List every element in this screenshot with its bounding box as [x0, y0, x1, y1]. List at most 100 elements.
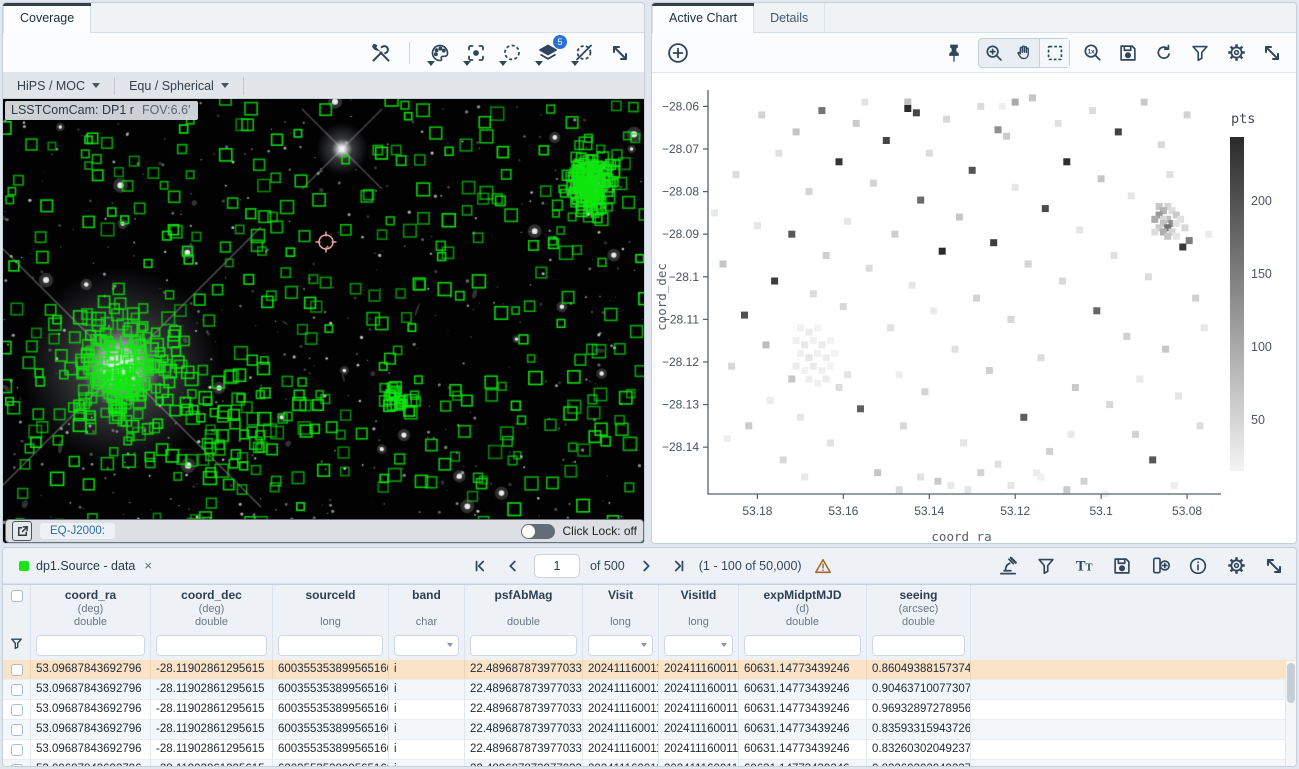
lasso-select-icon[interactable]: [498, 39, 526, 67]
table-cell: 0.8359331594372623: [867, 720, 971, 739]
pagination: of 500 (1 - 100 of 50,000): [470, 554, 834, 578]
info-icon[interactable]: [1184, 552, 1212, 580]
table-row[interactable]: 53.09687843692796-28.1190286129561560035…: [3, 720, 1296, 740]
column-header-sourceId[interactable]: sourceId long: [273, 585, 389, 660]
tools-icon[interactable]: [367, 39, 395, 67]
filter-input-sourceId[interactable]: [278, 635, 383, 656]
filter-input-coord_dec[interactable]: [156, 635, 267, 656]
svg-text:53.08: 53.08: [1172, 504, 1202, 518]
svg-text:53.1: 53.1: [1089, 504, 1113, 518]
table-cell: 53.09687843692796: [31, 720, 151, 739]
table-row[interactable]: 53.09687843692796-28.1190286129561560035…: [3, 660, 1296, 680]
table-row[interactable]: 53.09687843692796-28.1190286129561560035…: [3, 680, 1296, 700]
filter-input-coord_ra[interactable]: [36, 635, 145, 656]
add-chart-icon[interactable]: [664, 39, 692, 67]
sky-statusbar: EQ-J2000: Click Lock: off: [5, 519, 644, 543]
starfield-canvas[interactable]: [3, 99, 645, 544]
filter-icon[interactable]: [1032, 552, 1060, 580]
filter-input-psfAbMag[interactable]: [470, 635, 577, 656]
filter-input-VisitId[interactable]: [664, 635, 733, 656]
palette-icon[interactable]: [426, 39, 454, 67]
row-checkbox[interactable]: [11, 764, 23, 768]
refresh-icon[interactable]: [1150, 39, 1178, 67]
layers-icon[interactable]: 5: [534, 39, 562, 67]
heatmap-svg[interactable]: −28.06−28.07−28.08−28.09−28.1−28.11−28.1…: [652, 73, 1296, 543]
recenter-icon[interactable]: [462, 39, 490, 67]
table-cell: 22.489687873977033: [465, 700, 583, 719]
next-page-icon[interactable]: [635, 555, 657, 577]
save-icon[interactable]: [1108, 552, 1136, 580]
deselect-icon[interactable]: [570, 39, 598, 67]
table-cell: 60631.14773439246: [739, 700, 867, 719]
tab-details[interactable]: Details: [754, 3, 825, 32]
projection-dropdown[interactable]: Equ / Spherical: [115, 73, 243, 98]
column-header-coord_dec[interactable]: coord_dec(deg)double: [151, 585, 273, 660]
pin-icon[interactable]: [940, 39, 968, 67]
filter-input-band[interactable]: [394, 635, 459, 656]
last-page-icon[interactable]: [667, 555, 689, 577]
row-checkbox[interactable]: [11, 704, 23, 716]
expand-icon[interactable]: [1260, 552, 1288, 580]
table-cell: 600355353899565160: [273, 740, 389, 759]
table-cell: 2024111600111: [659, 740, 739, 759]
microscope-icon[interactable]: [994, 552, 1022, 580]
table-cell: 600355353899565160: [273, 700, 389, 719]
zoom-in-icon[interactable]: [979, 39, 1009, 67]
table-cell: i: [389, 700, 465, 719]
column-header-VisitId[interactable]: VisitId long: [659, 585, 739, 660]
table-cell: 60631.14773439246: [739, 660, 867, 679]
row-checkbox[interactable]: [11, 684, 23, 696]
text-view-icon[interactable]: T T: [1070, 552, 1098, 580]
filter-input-seeing[interactable]: [872, 635, 965, 656]
row-checkbox[interactable]: [11, 744, 23, 756]
zoom-1x-icon[interactable]: 1x: [1078, 39, 1106, 67]
table-row[interactable]: 53.09687843692796-28.1190286129561560035…: [3, 700, 1296, 720]
svg-text:1x: 1x: [1087, 48, 1095, 55]
column-header-Visit[interactable]: Visit long: [583, 585, 659, 660]
external-expand-icon[interactable]: [12, 521, 32, 541]
row-checkbox[interactable]: [11, 664, 23, 676]
table-tab[interactable]: dp1.Source - data ×: [11, 558, 160, 573]
row-checkbox[interactable]: [11, 724, 23, 736]
first-page-icon[interactable]: [470, 555, 492, 577]
column-header-band[interactable]: band char: [389, 585, 465, 660]
gear-icon[interactable]: [1222, 39, 1250, 67]
pan-hand-icon[interactable]: [1009, 39, 1039, 67]
rect-select-icon[interactable]: [1039, 39, 1069, 67]
save-icon[interactable]: [1114, 39, 1142, 67]
expand-icon[interactable]: [1258, 39, 1286, 67]
tab-coverage[interactable]: Coverage: [3, 3, 91, 33]
click-lock-toggle[interactable]: [521, 524, 555, 539]
table-row[interactable]: 53.09687843692796-28.1190286129561560035…: [3, 740, 1296, 760]
column-header-psfAbMag[interactable]: psfAbMag double: [465, 585, 583, 660]
layers-count-badge: 5: [553, 35, 567, 49]
svg-text:53.16: 53.16: [828, 504, 858, 518]
gear-icon[interactable]: [1222, 552, 1250, 580]
warning-icon[interactable]: [812, 555, 834, 577]
prev-page-icon[interactable]: [502, 555, 524, 577]
column-header-expMidptMJD[interactable]: expMidptMJD(d)double: [739, 585, 867, 660]
heatmap-chart[interactable]: −28.06−28.07−28.08−28.09−28.1−28.11−28.1…: [652, 73, 1296, 543]
svg-text:−28.09: −28.09: [662, 227, 699, 241]
column-header-coord_ra[interactable]: coord_ra(deg)double: [31, 585, 151, 660]
table-toolbar: T T: [984, 552, 1288, 580]
close-icon[interactable]: ×: [144, 558, 152, 573]
filter-input-expMidptMJD[interactable]: [744, 635, 861, 656]
table-cell: 2024111600111: [659, 760, 739, 767]
table-scrollbar[interactable]: [1285, 661, 1296, 766]
select-all-checkbox[interactable]: [11, 590, 23, 602]
sky-image[interactable]: LSSTComCam: DP1 r FOV:6.6' EQ-J2000: Cli…: [3, 99, 645, 544]
table-cell: 2024111600111: [583, 720, 659, 739]
tab-active-chart[interactable]: Active Chart: [652, 3, 754, 33]
table-cell: -28.11902861295615: [151, 680, 273, 699]
filter-input-Visit[interactable]: [588, 635, 653, 656]
table-row[interactable]: 53.09687843692796-28.1190286129561560035…: [3, 760, 1296, 767]
expand-icon[interactable]: [606, 39, 634, 67]
projection-label: Equ / Spherical: [129, 79, 214, 93]
hips-moc-dropdown[interactable]: HiPS / MOC: [3, 73, 114, 98]
column-header-seeing[interactable]: seeing(arcsec)double: [867, 585, 971, 660]
page-number-input[interactable]: [534, 554, 580, 578]
colorbar[interactable]: [1230, 137, 1244, 471]
filter-icon[interactable]: [1186, 39, 1214, 67]
add-column-icon[interactable]: [1146, 552, 1174, 580]
